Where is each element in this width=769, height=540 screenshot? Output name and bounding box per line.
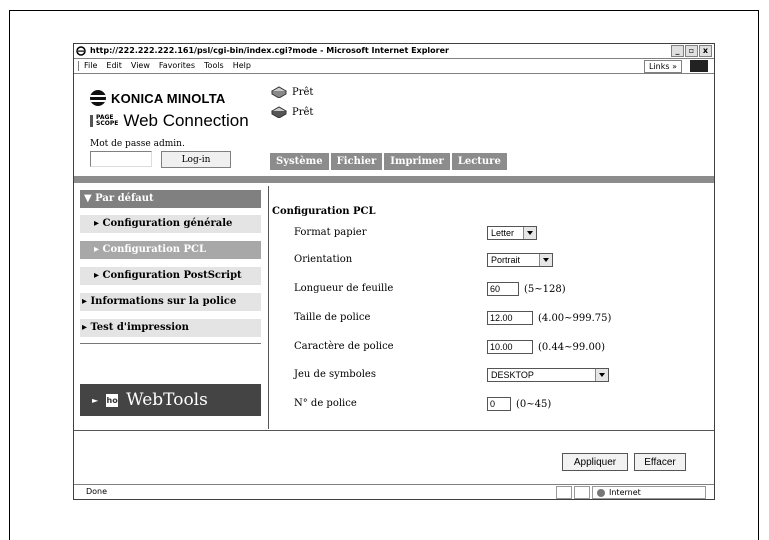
pagescope-badge: PAGE SCOPE (90, 115, 118, 127)
tab-systeme[interactable]: Système (270, 153, 329, 170)
webtools-label: WebTools (126, 390, 208, 410)
orientation-select[interactable]: Portrait (487, 253, 553, 267)
content-vertical-divider (268, 186, 269, 429)
printer-status-1: Prêt (270, 86, 313, 98)
menu-bar: File Edit View Favorites Tools Help Link… (74, 59, 714, 74)
ie-icon (76, 46, 86, 56)
webtools-button[interactable]: ► ho WebTools (80, 384, 261, 416)
label-numero-police: N° de police (294, 398, 357, 409)
numero-police-input[interactable]: 0 (487, 397, 511, 411)
select-value: DESKTOP (491, 370, 534, 380)
select-value: Portrait (491, 255, 521, 265)
section-title: Configuration PCL (272, 206, 376, 217)
close-button[interactable]: x (699, 45, 712, 57)
label-orientation: Orientation (294, 254, 353, 265)
login-button[interactable]: Log-in (161, 151, 231, 168)
taille-police-input[interactable]: 12.00 (487, 311, 533, 325)
security-zone: Internet (592, 486, 706, 499)
main-tabs: Système Fichier Imprimer Lecture (270, 153, 507, 170)
apply-button[interactable]: Appliquer (562, 453, 628, 471)
sidebar-divider (80, 343, 261, 344)
window-title: http://222.222.222.161/psl/cgi-bin/index… (90, 46, 449, 55)
pagescope-badge-line2: SCOPE (96, 120, 119, 127)
sidebar-item-informations-police[interactable]: ▸ Informations sur la police (80, 293, 261, 311)
caractere-police-range: (0.44~99.00) (538, 341, 606, 353)
sidebar-group-par-defaut[interactable]: ▼ Par défaut (80, 190, 261, 208)
menu-view[interactable]: View (131, 61, 150, 70)
password-input[interactable] (90, 151, 152, 167)
product-logo: PAGE SCOPE Web Connection (90, 111, 249, 131)
status-text: Done (86, 487, 108, 496)
web-page: KONICA MINOLTA PAGE SCOPE Web Connection… (74, 74, 714, 485)
caractere-police-input[interactable]: 10.00 (487, 340, 533, 354)
konica-globe-icon (90, 90, 106, 106)
webtools-icon: ho (106, 393, 119, 407)
browser-window: http://222.222.222.161/psl/cgi-bin/index… (73, 43, 715, 500)
longueur-feuille-input[interactable]: 60 (487, 282, 519, 296)
printer-status-text: Prêt (292, 86, 314, 98)
printer-status-2: Prêt (270, 106, 313, 118)
tab-fichier[interactable]: Fichier (330, 153, 383, 170)
chevron-down-icon (539, 254, 552, 266)
menu-help[interactable]: Help (233, 61, 251, 70)
chevron-down-icon (523, 227, 536, 239)
windows-logo-icon (690, 60, 708, 72)
password-label: Mot de passe admin. (90, 139, 185, 149)
numero-police-range: (0~45) (516, 398, 552, 410)
status-cell (574, 486, 590, 499)
format-papier-select[interactable]: Letter (487, 226, 537, 240)
menu-grip (78, 61, 79, 71)
brand-logo: KONICA MINOLTA (90, 90, 226, 106)
header-divider-band (74, 176, 714, 183)
label-caractere-police: Caractère de police (294, 341, 394, 352)
label-taille-police: Taille de police (294, 312, 371, 323)
taille-police-range: (4.00~999.75) (538, 312, 612, 324)
label-jeu-symboles: Jeu de symboles (294, 369, 376, 380)
brand-name: KONICA MINOLTA (111, 90, 226, 106)
arrow-right-icon: ► (92, 395, 99, 405)
tab-lecture[interactable]: Lecture (451, 153, 507, 170)
zone-text: Internet (609, 488, 641, 497)
clear-button[interactable]: Effacer (634, 453, 686, 471)
title-bar: http://222.222.222.161/psl/cgi-bin/index… (74, 44, 714, 59)
label-longueur-feuille: Longueur de feuille (294, 283, 394, 294)
maximize-button[interactable]: ▫ (685, 45, 698, 57)
menu-tools[interactable]: Tools (204, 61, 224, 70)
sidebar-item-test-impression[interactable]: ▸ Test d'impression (80, 319, 261, 337)
sidebar-item-configuration-postscript[interactable]: ▸ Configuration PostScript (80, 267, 261, 285)
minimize-button[interactable]: _ (671, 45, 684, 57)
product-name: Web Connection (123, 111, 249, 130)
globe-icon (597, 489, 605, 497)
menu-favorites[interactable]: Favorites (159, 61, 195, 70)
printer-icon (270, 106, 288, 118)
jeu-symboles-select[interactable]: DESKTOP (487, 368, 609, 382)
longueur-feuille-range: (5~128) (524, 283, 566, 295)
status-cell (556, 486, 572, 499)
content-horizontal-divider (74, 430, 714, 431)
links-button[interactable]: Links » (644, 60, 682, 73)
select-value: Letter (491, 228, 515, 238)
menu-file[interactable]: File (84, 61, 97, 70)
tab-imprimer[interactable]: Imprimer (384, 153, 450, 170)
sidebar-item-configuration-generale[interactable]: ▸ Configuration générale (80, 215, 261, 233)
chevron-down-icon (595, 369, 608, 381)
printer-status-text: Prêt (292, 106, 314, 118)
menu-edit[interactable]: Edit (106, 61, 122, 70)
printer-icon (270, 86, 288, 98)
sidebar-item-configuration-pcl[interactable]: ▸ Configuration PCL (80, 241, 261, 259)
label-format-papier: Format papier (294, 227, 367, 238)
status-bar: Done Internet (74, 484, 714, 499)
